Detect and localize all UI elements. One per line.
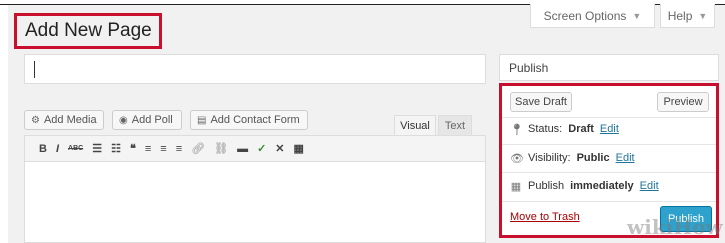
- poll-icon: ◉: [119, 114, 128, 126]
- save-draft-label: Save Draft: [515, 96, 567, 108]
- status-row: 📍︎ Status: Draft Edit: [510, 120, 619, 138]
- divider: [502, 201, 716, 202]
- align-left-icon[interactable]: ≡: [145, 143, 151, 155]
- add-media-button[interactable]: ⚙ Add Media: [24, 110, 104, 130]
- visibility-label: Visibility:: [528, 152, 571, 164]
- tab-visual[interactable]: Visual: [394, 115, 436, 135]
- save-draft-button[interactable]: Save Draft: [510, 92, 572, 112]
- visibility-value: Public: [576, 152, 610, 164]
- spellcheck-icon[interactable]: ✓: [257, 142, 266, 155]
- visibility-edit-link[interactable]: Edit: [616, 152, 635, 164]
- text-cursor: [34, 61, 35, 78]
- tab-visual-label: Visual: [400, 119, 430, 132]
- bold-icon[interactable]: B: [39, 143, 47, 155]
- divider: [502, 172, 716, 173]
- preview-label: Preview: [663, 96, 703, 108]
- publish-schedule-value: immediately: [570, 180, 634, 192]
- editor-toolbar: B I ABC ☰ ☷ ❝ ≡ ≡ ≡ 🔗︎ ⛓ ▬ ✓ ✕ ▦: [25, 136, 485, 162]
- status-edit-link[interactable]: Edit: [600, 123, 619, 135]
- eye-icon: 👁︎: [510, 152, 524, 165]
- add-poll-button[interactable]: ◉ Add Poll: [112, 110, 182, 130]
- tab-text-label: Text: [444, 119, 466, 132]
- unlink-icon[interactable]: ⛓: [214, 142, 228, 155]
- add-media-label: Add Media: [43, 114, 97, 126]
- add-contact-form-button[interactable]: ▤ Add Contact Form: [190, 110, 308, 130]
- numbered-list-icon[interactable]: ☷: [111, 142, 121, 155]
- italic-icon[interactable]: I: [56, 143, 59, 155]
- divider: [502, 117, 716, 118]
- page-title-text: Add New Page: [25, 20, 152, 41]
- publish-schedule-edit-link[interactable]: Edit: [640, 180, 659, 192]
- publish-panel-title: Publish: [509, 60, 549, 75]
- publish-schedule-row: ▦ Publish immediately Edit: [510, 177, 659, 195]
- strikethrough-icon[interactable]: ABC: [68, 145, 83, 152]
- visibility-row: 👁︎ Visibility: Public Edit: [510, 149, 635, 167]
- caret-down-icon: ▼: [698, 10, 708, 21]
- tab-text[interactable]: Text: [438, 115, 472, 135]
- page-title: Add New Page: [14, 13, 162, 49]
- page-title-input[interactable]: [24, 54, 486, 84]
- media-icon: ⚙: [31, 114, 40, 126]
- kitchen-sink-icon[interactable]: ▦: [294, 142, 304, 155]
- insert-more-icon[interactable]: ▬: [237, 143, 248, 155]
- preview-button[interactable]: Preview: [657, 92, 709, 112]
- help-tab[interactable]: Help ▼: [660, 4, 715, 28]
- pin-icon: 📍︎: [510, 123, 524, 136]
- divider: [502, 144, 716, 145]
- align-center-icon[interactable]: ≡: [160, 143, 166, 155]
- content-editor[interactable]: B I ABC ☰ ☷ ❝ ≡ ≡ ≡ 🔗︎ ⛓ ▬ ✓ ✕ ▦: [24, 135, 486, 243]
- screen-options-label: Screen Options: [543, 8, 627, 23]
- fullscreen-icon[interactable]: ✕: [275, 142, 284, 155]
- bullet-list-icon[interactable]: ☰: [92, 142, 102, 155]
- blockquote-icon[interactable]: ❝: [130, 142, 136, 155]
- screen-options-tab[interactable]: Screen Options ▼: [530, 4, 655, 28]
- caret-down-icon: ▼: [632, 10, 642, 21]
- add-contact-form-label: Add Contact Form: [210, 114, 300, 126]
- link-icon[interactable]: 🔗︎: [191, 142, 205, 155]
- publish-panel-header[interactable]: Publish: [499, 54, 719, 81]
- status-value: Draft: [568, 123, 594, 135]
- form-icon: ▤: [197, 114, 207, 126]
- status-label: Status:: [528, 123, 563, 135]
- align-right-icon[interactable]: ≡: [176, 143, 182, 155]
- add-poll-label: Add Poll: [131, 114, 173, 126]
- calendar-icon: ▦: [510, 180, 522, 193]
- help-label: Help: [667, 8, 693, 23]
- wikihow-watermark: wikiHow: [627, 215, 723, 239]
- move-to-trash-link[interactable]: Move to Trash: [510, 211, 580, 223]
- publish-schedule-label: Publish: [528, 180, 565, 192]
